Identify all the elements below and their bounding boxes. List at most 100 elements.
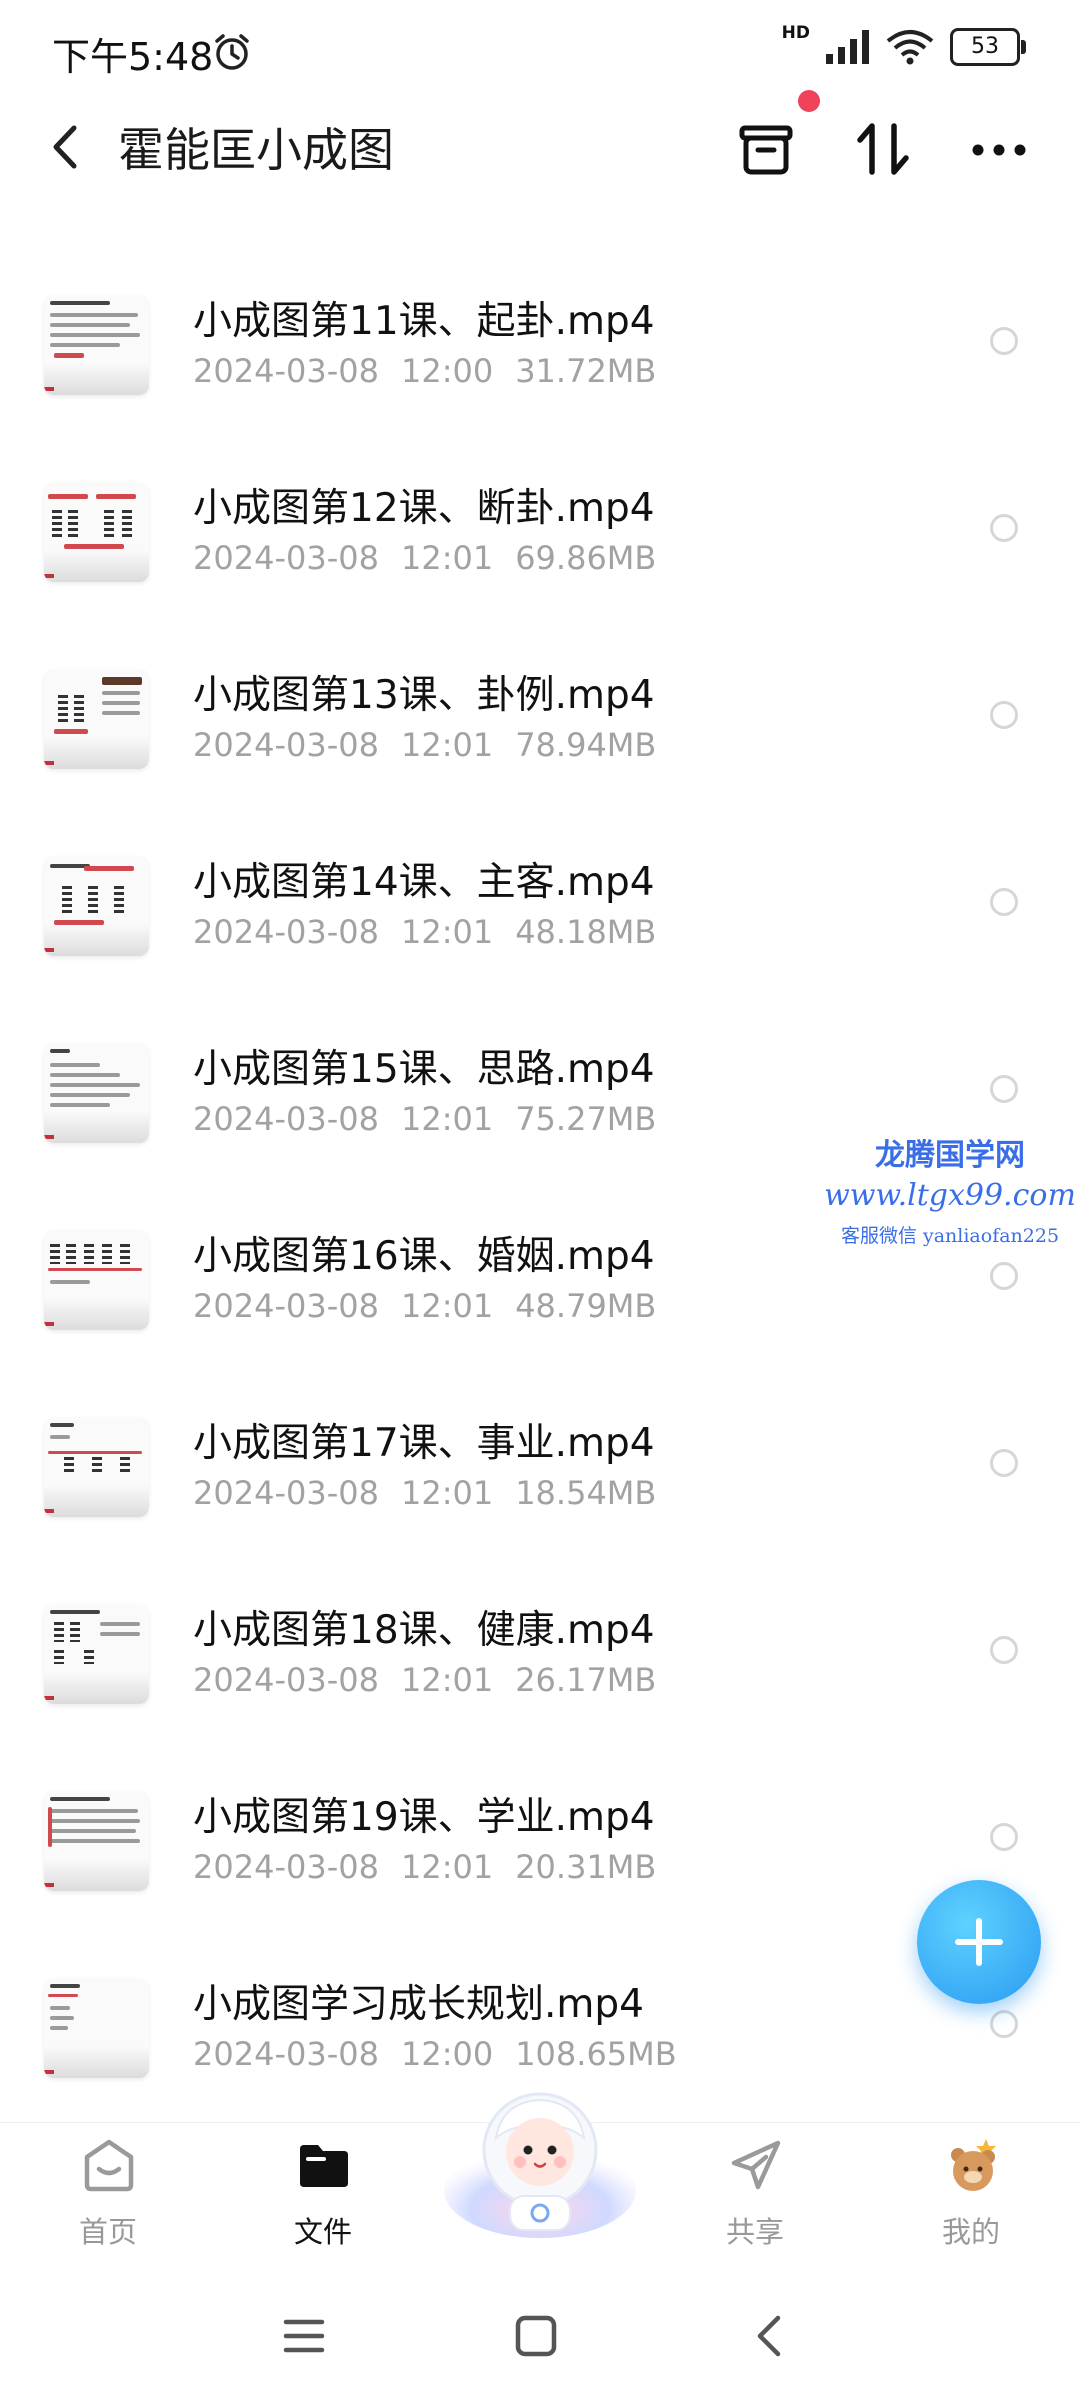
file-time: 12:01 bbox=[400, 1287, 494, 1325]
file-time: 12:00 bbox=[400, 2035, 494, 2073]
file-name: 小成图第14课、主客.mp4 bbox=[193, 860, 655, 905]
video-thumbnail bbox=[44, 856, 149, 956]
video-thumbnail bbox=[44, 1230, 149, 1330]
nav-files[interactable]: 文件 bbox=[248, 2123, 398, 2271]
status-right: HD 53 bbox=[782, 23, 1026, 66]
file-time: 12:00 bbox=[400, 352, 494, 390]
page-title: 霍能匡小成图 bbox=[118, 123, 394, 177]
select-checkbox[interactable] bbox=[990, 514, 1018, 542]
notification-dot bbox=[798, 90, 820, 112]
file-meta: 2024-03-08 12:00 31.72MB bbox=[193, 352, 678, 390]
video-thumbnail bbox=[44, 1978, 149, 2078]
watermark: 龙腾国学网 www.ltgx99.com 客服微信 yanliaofan225 bbox=[820, 1130, 1080, 1248]
file-meta: 2024-03-08 12:01 48.79MB bbox=[193, 1287, 678, 1325]
back-triangle-icon[interactable] bbox=[752, 2314, 788, 2358]
file-size: 18.54MB bbox=[515, 1474, 657, 1512]
nav-share[interactable]: 共享 bbox=[680, 2123, 830, 2271]
file-meta: 2024-03-08 12:01 78.94MB bbox=[193, 726, 678, 764]
nav-mine-label: 我的 bbox=[941, 2215, 1000, 2249]
select-checkbox[interactable] bbox=[990, 888, 1018, 916]
file-time: 12:01 bbox=[400, 913, 494, 951]
header: 霍能匡小成图 bbox=[0, 90, 1080, 250]
plus-icon bbox=[955, 1918, 1003, 1966]
file-time: 12:01 bbox=[400, 1100, 494, 1138]
folder-icon bbox=[300, 2145, 348, 2187]
wifi-icon bbox=[886, 30, 934, 65]
home-icon bbox=[84, 2139, 134, 2192]
file-name: 小成图第15课、思路.mp4 bbox=[193, 1047, 655, 1092]
file-time: 12:01 bbox=[400, 1474, 494, 1512]
file-row[interactable]: 小成图第19课、学业.mp4 2024-03-08 12:01 20.31MB bbox=[0, 1746, 1080, 1933]
file-size: 78.94MB bbox=[515, 726, 657, 764]
file-row[interactable]: 小成图第14课、主客.mp4 2024-03-08 12:01 48.18MB bbox=[0, 811, 1080, 998]
nav-mine[interactable]: 我的 bbox=[896, 2123, 1046, 2271]
select-checkbox[interactable] bbox=[990, 327, 1018, 355]
file-size: 69.86MB bbox=[515, 539, 657, 577]
file-size: 20.31MB bbox=[515, 1848, 657, 1886]
file-date: 2024-03-08 bbox=[193, 726, 379, 764]
file-date: 2024-03-08 bbox=[193, 1848, 379, 1886]
status-time: 下午5:48 bbox=[52, 35, 214, 79]
file-size: 48.18MB bbox=[515, 913, 657, 951]
select-checkbox[interactable] bbox=[990, 1262, 1018, 1290]
file-meta: 2024-03-08 12:00 108.65MB bbox=[193, 2035, 699, 2073]
file-name: 小成图学习成长规划.mp4 bbox=[193, 1982, 644, 2027]
file-date: 2024-03-08 bbox=[193, 1661, 379, 1699]
file-time: 12:01 bbox=[400, 539, 494, 577]
file-name: 小成图第11课、起卦.mp4 bbox=[193, 299, 655, 344]
status-bar: 下午5:48 HD 53 bbox=[0, 0, 1080, 100]
network-label: HD bbox=[781, 23, 810, 43]
file-meta: 2024-03-08 12:01 75.27MB bbox=[193, 1100, 678, 1138]
menu-icon[interactable] bbox=[282, 2316, 326, 2356]
select-checkbox[interactable] bbox=[990, 1449, 1018, 1477]
file-size: 48.79MB bbox=[515, 1287, 657, 1325]
select-checkbox[interactable] bbox=[990, 1075, 1018, 1103]
send-icon bbox=[731, 2140, 781, 2190]
file-name: 小成图第13课、卦例.mp4 bbox=[193, 673, 655, 718]
file-size: 75.27MB bbox=[515, 1100, 657, 1138]
more-icon[interactable] bbox=[970, 130, 1028, 170]
select-checkbox[interactable] bbox=[990, 2010, 1018, 2038]
bear-avatar-icon bbox=[951, 2139, 996, 2191]
assistant-mascot-icon[interactable] bbox=[440, 2080, 640, 2240]
recycle-bin-icon[interactable] bbox=[736, 120, 796, 180]
select-checkbox[interactable] bbox=[990, 1823, 1018, 1851]
file-size: 31.72MB bbox=[515, 352, 657, 390]
select-checkbox[interactable] bbox=[990, 1636, 1018, 1664]
file-date: 2024-03-08 bbox=[193, 539, 379, 577]
home-square-icon[interactable] bbox=[514, 2314, 558, 2358]
file-date: 2024-03-08 bbox=[193, 913, 379, 951]
video-thumbnail bbox=[44, 1604, 149, 1704]
add-button[interactable] bbox=[917, 1880, 1041, 2004]
file-row[interactable]: 小成图第18课、健康.mp4 2024-03-08 12:01 26.17MB bbox=[0, 1559, 1080, 1746]
nav-files-label: 文件 bbox=[293, 2215, 352, 2249]
file-date: 2024-03-08 bbox=[193, 352, 379, 390]
file-size: 26.17MB bbox=[515, 1661, 657, 1699]
back-icon[interactable] bbox=[46, 122, 86, 172]
file-name: 小成图第12课、断卦.mp4 bbox=[193, 486, 655, 531]
file-meta: 2024-03-08 12:01 20.31MB bbox=[193, 1848, 678, 1886]
file-row[interactable]: 小成图第17课、事业.mp4 2024-03-08 12:01 18.54MB bbox=[0, 1372, 1080, 1559]
sort-icon[interactable] bbox=[852, 118, 914, 180]
watermark-url: www.ltgx99.com bbox=[824, 1178, 1076, 1213]
system-nav-bar bbox=[0, 2270, 1080, 2400]
nav-home-label: 首页 bbox=[78, 2215, 137, 2249]
video-thumbnail bbox=[44, 1417, 149, 1517]
file-name: 小成图第16课、婚姻.mp4 bbox=[193, 1234, 655, 1279]
battery-indicator: 53 bbox=[950, 28, 1026, 66]
file-row[interactable]: 小成图第13课、卦例.mp4 2024-03-08 12:01 78.94MB bbox=[0, 624, 1080, 811]
file-row[interactable]: 小成图第12课、断卦.mp4 2024-03-08 12:01 69.86MB bbox=[0, 437, 1080, 624]
video-thumbnail bbox=[44, 1043, 149, 1143]
video-thumbnail bbox=[44, 295, 149, 395]
file-meta: 2024-03-08 12:01 48.18MB bbox=[193, 913, 678, 951]
alarm-icon bbox=[215, 34, 249, 70]
nav-home[interactable]: 首页 bbox=[33, 2123, 183, 2271]
file-date: 2024-03-08 bbox=[193, 1474, 379, 1512]
file-row[interactable]: 小成图第11课、起卦.mp4 2024-03-08 12:00 31.72MB bbox=[0, 250, 1080, 437]
video-thumbnail bbox=[44, 669, 149, 769]
file-size: 108.65MB bbox=[515, 2035, 677, 2073]
select-checkbox[interactable] bbox=[990, 701, 1018, 729]
file-meta: 2024-03-08 12:01 18.54MB bbox=[193, 1474, 678, 1512]
watermark-contact: 客服微信 yanliaofan225 bbox=[840, 1225, 1060, 1247]
signal-icon bbox=[826, 30, 869, 64]
